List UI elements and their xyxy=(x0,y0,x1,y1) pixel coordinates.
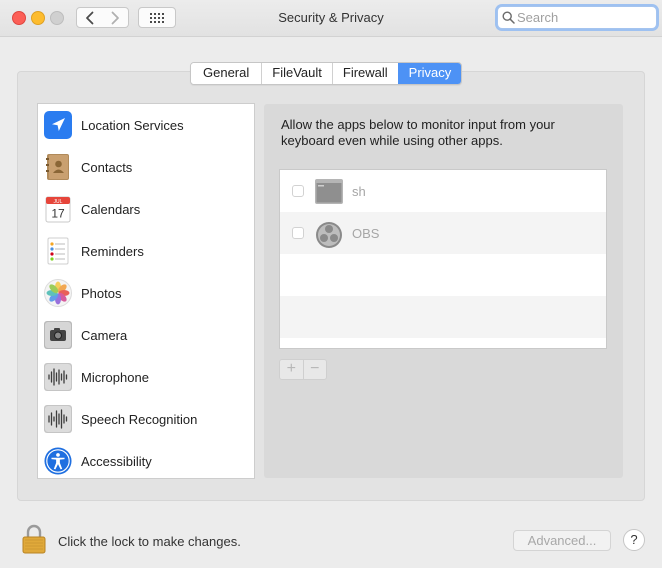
list-item[interactable]: sh xyxy=(280,170,606,212)
app-list[interactable]: sh OBS xyxy=(279,169,607,349)
photos-flower-icon xyxy=(44,279,72,307)
app-name: OBS xyxy=(352,226,380,241)
sidebar-item-label: Location Services xyxy=(81,117,184,133)
sidebar-item-microphone[interactable]: Microphone xyxy=(38,356,254,398)
tab-filevault[interactable]: FileVault xyxy=(261,63,332,84)
tab-firewall[interactable]: Firewall xyxy=(331,63,398,84)
accessibility-icon xyxy=(44,447,72,475)
obs-icon xyxy=(315,221,343,248)
sidebar-item-label: Camera xyxy=(81,327,128,343)
sidebar-item-calendars[interactable]: JUL 17 Calendars xyxy=(38,188,254,230)
description-text: Allow the apps below to monitor input fr… xyxy=(281,117,555,148)
sidebar-item-accessibility[interactable]: Accessibility xyxy=(38,440,254,482)
sidebar-item-camera[interactable]: Camera xyxy=(38,314,254,356)
advanced-button[interactable]: Advanced... xyxy=(513,530,611,551)
app-name: sh xyxy=(352,184,366,199)
calendar-day-text: 17 xyxy=(51,207,65,221)
lock-icon[interactable] xyxy=(22,524,46,554)
camera-icon xyxy=(44,321,72,349)
app-checkbox[interactable] xyxy=(292,227,304,239)
empty-row xyxy=(280,296,606,338)
help-button[interactable]: ? xyxy=(623,529,645,551)
add-remove-control: + − xyxy=(279,359,327,380)
location-arrow-icon xyxy=(44,111,72,139)
add-app-button[interactable]: + xyxy=(280,360,304,379)
sidebar-item-label: Accessibility xyxy=(81,453,152,469)
sidebar-item-location-services[interactable]: Location Services xyxy=(38,104,254,146)
reminders-list-icon xyxy=(44,237,72,265)
empty-row xyxy=(280,254,606,296)
search-icon xyxy=(502,11,515,24)
tab-bar: General FileVault Firewall Privacy xyxy=(190,62,463,85)
sidebar-item-label: Contacts xyxy=(81,159,133,175)
sidebar-item-label: Photos xyxy=(81,285,122,301)
app-checkbox[interactable] xyxy=(292,185,304,197)
search-input[interactable] xyxy=(515,10,647,25)
terminal-icon xyxy=(315,179,343,204)
sidebar-item-reminders[interactable]: Reminders xyxy=(38,230,254,272)
microphone-waveform-icon xyxy=(44,363,72,391)
sidebar-item-photos[interactable]: Photos xyxy=(38,272,254,314)
title-bar: Security & Privacy xyxy=(0,0,662,37)
lock-instruction-text: Click the lock to make changes. xyxy=(58,534,241,549)
tab-privacy[interactable]: Privacy xyxy=(397,63,462,84)
sidebar-item-label: Speech Recognition xyxy=(81,411,198,427)
sidebar-item-label: Reminders xyxy=(81,243,144,259)
speech-waveform-icon xyxy=(44,405,72,433)
sidebar-item-speech-recognition[interactable]: Speech Recognition xyxy=(38,398,254,440)
sidebar-item-label: Calendars xyxy=(81,201,141,217)
calendar-month-text: JUL xyxy=(54,199,63,205)
privacy-category-list[interactable]: Location Services Contacts JUL 17 Calend… xyxy=(37,103,255,479)
tab-general[interactable]: General xyxy=(191,63,262,84)
sidebar-item-label: Microphone xyxy=(81,369,149,385)
list-item[interactable]: OBS xyxy=(280,212,606,254)
calendar-icon: JUL 17 xyxy=(44,195,72,223)
sidebar-item-contacts[interactable]: Contacts xyxy=(38,146,254,188)
remove-app-button[interactable]: − xyxy=(304,360,327,379)
contacts-book-icon xyxy=(44,153,72,181)
search-field[interactable] xyxy=(497,6,657,29)
